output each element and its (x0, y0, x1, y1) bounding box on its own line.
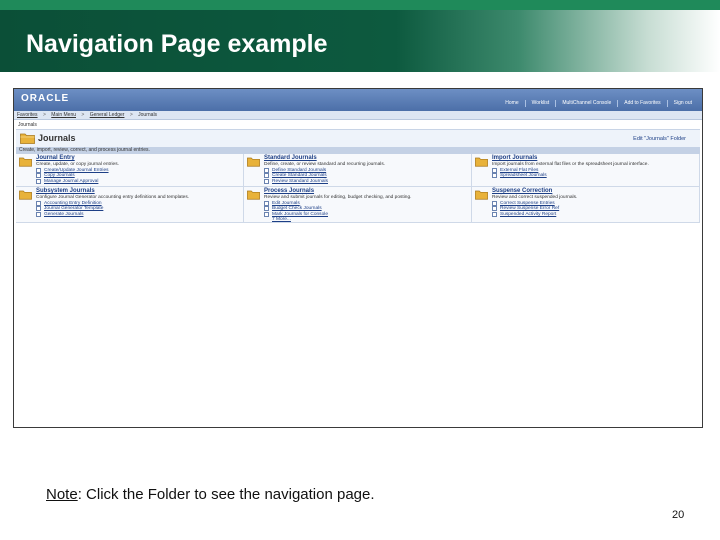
header-link-worklist[interactable]: Worklist (524, 100, 556, 107)
nav-link[interactable]: Suspended Activity Report (492, 212, 699, 218)
nav-cell-title[interactable]: Standard Journals (264, 155, 471, 162)
app-header: ORACLE Home Worklist MultiChannel Consol… (14, 89, 702, 111)
header-link-sign-out[interactable]: Sign out (666, 100, 698, 107)
nav-cell-title[interactable]: Journal Entry (36, 155, 243, 162)
page-label: Journals (18, 122, 37, 128)
folder-title: Journals (38, 133, 76, 143)
breadcrumb-separator: > (129, 112, 133, 118)
slide-title: Navigation Page example (26, 30, 328, 58)
breadcrumb-separator: > (42, 112, 46, 118)
nav-cell-suspense-correction: Suspense Correction Review and correct s… (472, 187, 700, 223)
document-icon (36, 173, 41, 179)
nav-cell-subsystem-journals: Subsystem Journals Configure Journal Gen… (16, 187, 244, 223)
edit-folder-link[interactable]: Edit "Journals" Folder (633, 136, 686, 142)
nav-cell-standard-journals: Standard Journals Define, create, or rev… (244, 154, 472, 187)
document-icon (36, 206, 41, 212)
nav-link-label[interactable]: Review Standard Journals (272, 179, 328, 185)
header-link-multichannel-console[interactable]: MultiChannel Console (555, 100, 617, 107)
nav-link-label[interactable]: Generate Journals (44, 212, 83, 218)
breadcrumb-general-ledger[interactable]: General Ledger (90, 112, 125, 118)
document-icon (492, 200, 497, 206)
navigation-grid: Journal Entry Create, update, or copy jo… (16, 154, 700, 223)
nav-link-label[interactable]: Spreadsheet Journals (500, 173, 547, 179)
slide-top-stripe (0, 0, 720, 10)
document-icon (492, 211, 497, 217)
document-icon (492, 167, 497, 173)
document-icon (264, 167, 269, 173)
document-icon (264, 200, 269, 206)
document-icon (264, 178, 269, 184)
folder-icon[interactable] (247, 189, 260, 200)
screenshot-frame: ORACLE Home Worklist MultiChannel Consol… (13, 88, 703, 428)
nav-cell-title[interactable]: Import Journals (492, 155, 699, 162)
nav-link[interactable]: Spreadsheet Journals (492, 173, 699, 179)
document-icon (264, 206, 269, 212)
document-icon (264, 211, 269, 217)
document-icon (36, 178, 41, 184)
note-text: : Click the Folder to see the navigation… (77, 486, 375, 503)
breadcrumb: Favorites > Main Menu > General Ledger >… (14, 111, 702, 120)
breadcrumb-main-menu[interactable]: Main Menu (51, 112, 76, 118)
slide-note: Note: Click the Folder to see the naviga… (46, 486, 375, 503)
breadcrumb-journals: Journals (138, 112, 158, 118)
document-icon (492, 206, 497, 212)
header-link-add-to-favorites[interactable]: Add to Favorites (617, 100, 666, 107)
nav-cell-title[interactable]: Process Journals (264, 188, 471, 195)
folder-icon[interactable] (20, 132, 35, 144)
folder-description: Create, import, review, correct, and pro… (16, 147, 700, 154)
nav-cell-journal-entry: Journal Entry Create, update, or copy jo… (16, 154, 244, 187)
page-number: 20 (672, 509, 685, 521)
nav-link-label[interactable]: Manage Journal Approval (44, 179, 98, 185)
folder-icon[interactable] (247, 156, 260, 167)
nav-cell-import-journals: Import Journals Import journals from ext… (472, 154, 700, 187)
document-icon (264, 173, 269, 179)
nav-link[interactable]: Manage Journal Approval (36, 179, 243, 185)
nav-cell-process-journals: Process Journals Review and submit journ… (244, 187, 472, 223)
breadcrumb-separator: > (81, 112, 85, 118)
header-link-home[interactable]: Home (499, 100, 524, 107)
folder-icon[interactable] (19, 156, 32, 167)
folder-icon[interactable] (475, 156, 488, 167)
header-links: Home Worklist MultiChannel Console Add t… (499, 100, 698, 107)
nav-link[interactable]: Review Standard Journals (264, 179, 471, 185)
nav-cell-title[interactable]: Subsystem Journals (36, 188, 243, 195)
nav-link-label[interactable]: Suspended Activity Report (500, 212, 556, 218)
more-link[interactable]: 7 More... (264, 217, 471, 223)
document-icon (492, 173, 497, 179)
document-icon (36, 211, 41, 217)
folder-title-bar: Journals Edit "Journals" Folder (16, 129, 700, 147)
oracle-logo: ORACLE (21, 93, 70, 104)
folder-icon[interactable] (19, 189, 32, 200)
nav-cell-title[interactable]: Suspense Correction (492, 188, 699, 195)
nav-link[interactable]: Generate Journals (36, 212, 243, 218)
note-label: Note (46, 486, 78, 503)
folder-icon[interactable] (475, 189, 488, 200)
document-icon (36, 200, 41, 206)
breadcrumb-favorites[interactable]: Favorites (17, 112, 38, 118)
document-icon (36, 167, 41, 173)
